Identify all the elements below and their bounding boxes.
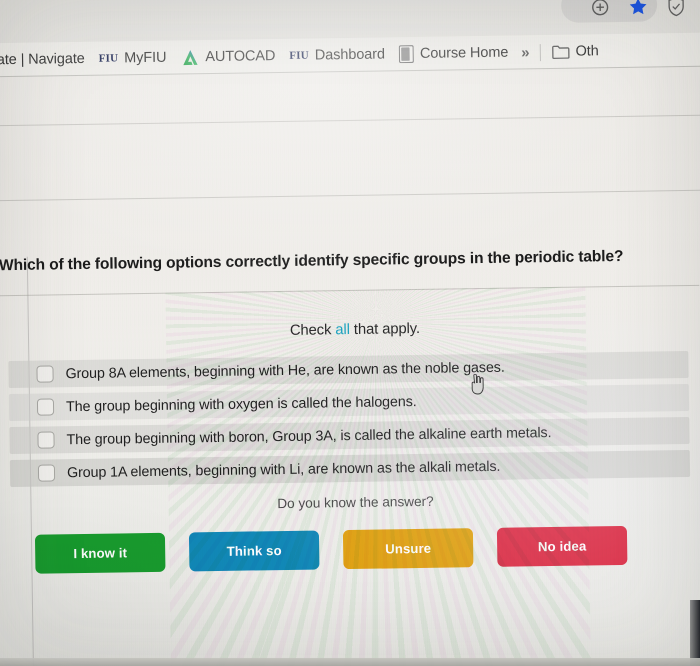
fiu-badge-icon: FIU	[289, 49, 309, 62]
pointer-hand-cursor	[468, 373, 486, 395]
option-row[interactable]: Group 8A elements, beginning with He, ar…	[8, 350, 689, 389]
option-checkbox[interactable]	[36, 365, 54, 383]
monitor-bezel-bottom	[0, 658, 700, 666]
bookmark-item-course-home[interactable]: Course Home	[392, 40, 516, 68]
monitor-bezel-right	[690, 600, 700, 666]
shield-check-icon[interactable]	[665, 0, 687, 17]
option-checkbox[interactable]	[37, 431, 55, 449]
page-divider-second	[0, 189, 700, 202]
instruction-highlight: all	[335, 322, 350, 339]
page-content: Which of the following options correctly…	[0, 67, 700, 666]
check-all-instruction: Check all that apply.	[0, 317, 700, 344]
option-label: The group beginning with oxygen is calle…	[65, 393, 417, 415]
bookmark-label: Course Home	[419, 44, 509, 62]
option-label: Group 1A elements, beginning with Li, ar…	[66, 458, 501, 481]
option-row[interactable]: The group beginning with oxygen is calle…	[8, 383, 690, 422]
options-list: Group 8A elements, beginning with He, ar…	[0, 350, 700, 494]
browser-window: gate | Navigate FIU MyFIU AUTOCAD FIU Da…	[0, 0, 700, 666]
instruction-suffix: that apply.	[349, 320, 421, 339]
omnibox-actions	[589, 0, 687, 24]
bookmark-item-myfiu[interactable]: FIU MyFIU	[91, 45, 173, 72]
bookmark-item-dashboard[interactable]: FIU Dashboard	[282, 41, 392, 69]
page-divider-top	[0, 114, 700, 127]
option-checkbox[interactable]	[37, 464, 56, 482]
autocad-logo-icon	[180, 48, 199, 67]
bookmarks-overflow-button[interactable]: »	[515, 44, 536, 61]
option-label: Group 8A elements, beginning with He, ar…	[65, 359, 505, 382]
add-to-collection-icon[interactable]	[589, 0, 611, 18]
instruction-prefix: Check	[289, 322, 336, 339]
unsure-button[interactable]: Unsure	[342, 528, 474, 570]
bookmark-item-autocad[interactable]: AUTOCAD	[173, 43, 282, 71]
folder-icon	[551, 45, 570, 59]
bookmark-label: Dashboard	[314, 46, 386, 64]
bookmark-star-icon[interactable]	[627, 0, 649, 18]
bookmark-label: gate | Navigate	[0, 50, 85, 69]
question-prompt: Which of the following options correctly…	[0, 247, 624, 275]
bookmark-label: MyFIU	[124, 49, 167, 67]
bookmark-item-navigate[interactable]: gate | Navigate	[0, 46, 92, 74]
bookmark-item-other-bookmarks[interactable]: Oth	[544, 38, 605, 65]
option-checkbox[interactable]	[36, 398, 55, 416]
option-row[interactable]: The group beginning with boron, Group 3A…	[9, 416, 690, 455]
fiu-badge-icon: FIU	[98, 52, 119, 65]
option-row[interactable]: Group 1A elements, beginning with Li, ar…	[9, 449, 691, 488]
option-label: The group beginning with boron, Group 3A…	[66, 424, 552, 448]
confidence-button-row: I know it Think so Unsure No idea	[34, 525, 676, 574]
bookmark-label: Oth	[575, 43, 599, 60]
bookmark-label: AUTOCAD	[205, 48, 276, 66]
question-divider	[0, 284, 700, 297]
bookmarks-divider	[539, 43, 541, 61]
note-page-icon	[398, 45, 414, 64]
screen-photo: gate | Navigate FIU MyFIU AUTOCAD FIU Da…	[0, 0, 700, 666]
confidence-prompt: Do you know the answer?	[277, 493, 434, 512]
think-so-button[interactable]: Think so	[188, 530, 320, 572]
no-idea-button[interactable]: No idea	[496, 525, 628, 567]
i-know-it-button[interactable]: I know it	[34, 532, 166, 574]
question-block: Which of the following options correctly…	[0, 247, 700, 574]
